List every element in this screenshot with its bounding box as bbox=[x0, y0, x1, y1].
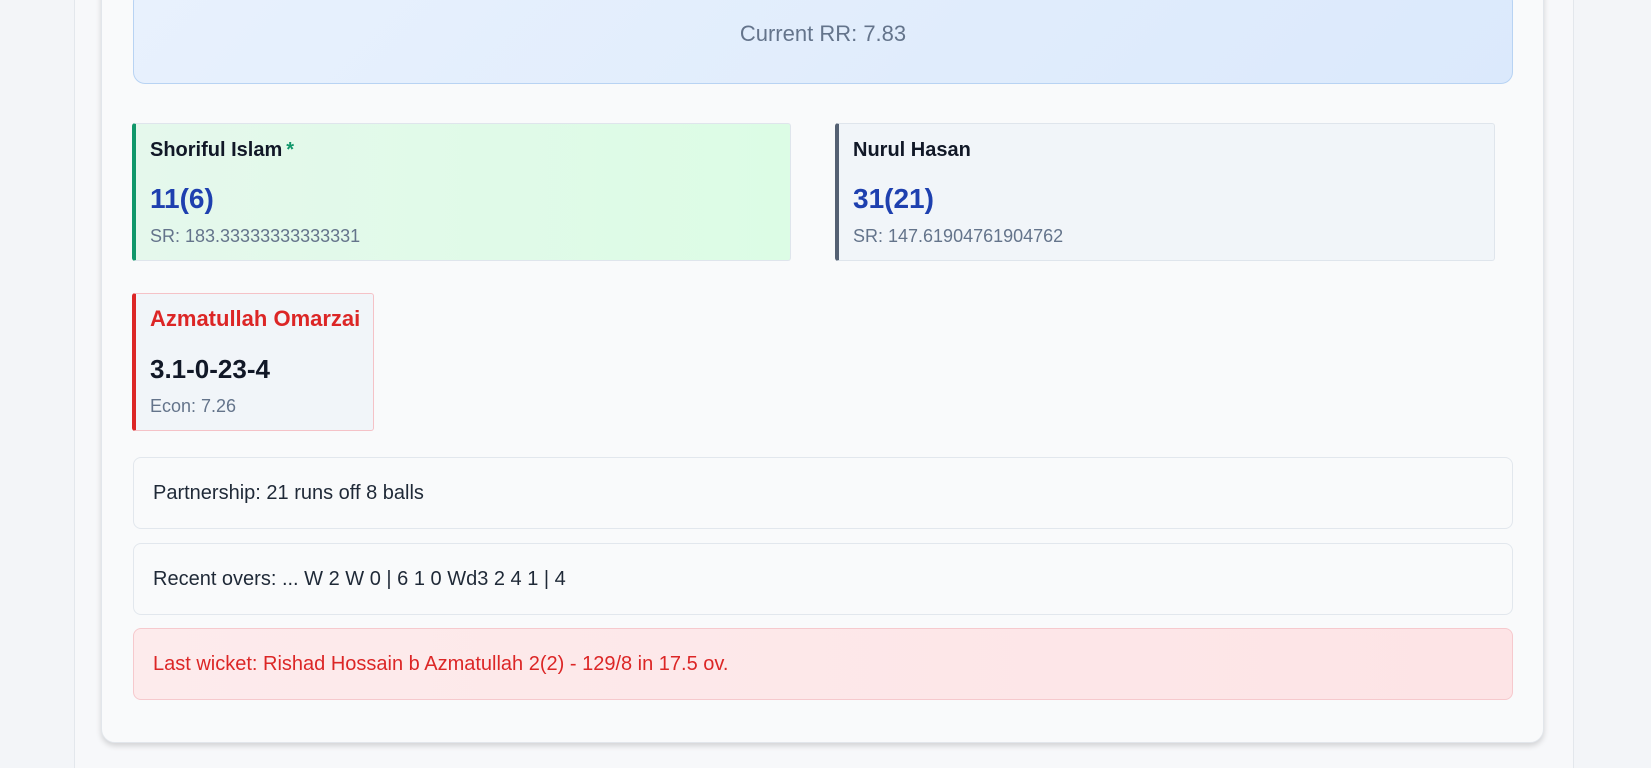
batter-name: Shoriful Islam bbox=[150, 139, 283, 161]
batter-strike-rate: SR: 183.33333333333331 bbox=[150, 226, 361, 246]
batter-name: Nurul Hasan bbox=[853, 139, 971, 161]
bowler-name: Azmatullah Omarzai bbox=[150, 306, 361, 331]
last-wicket-row: Last wicket: Rishad Hossain b Azmatullah… bbox=[133, 628, 1513, 700]
bowler-card: Azmatullah Omarzai 3.1-0-23-4 Econ: 7.26 bbox=[132, 293, 374, 431]
partnership-row: Partnership: 21 runs off 8 balls bbox=[133, 457, 1513, 529]
batter-name-row: Shoriful Islam * bbox=[150, 137, 776, 163]
recent-overs-text: Recent overs: ... W 2 W 0 | 6 1 0 Wd3 2 … bbox=[153, 567, 566, 590]
partnership-text: Partnership: 21 runs off 8 balls bbox=[153, 481, 424, 504]
batter-card-non-striker: Nurul Hasan 31(21) SR: 147.6190476190476… bbox=[835, 123, 1495, 261]
last-wicket-text: Last wicket: Rishad Hossain b Azmatullah… bbox=[153, 652, 729, 675]
bowler-economy: Econ: 7.26 bbox=[150, 396, 237, 416]
bowler-figures: 3.1-0-23-4 bbox=[150, 354, 270, 384]
current-run-rate: Current RR: 7.83 bbox=[739, 21, 907, 46]
run-rate-banner: Current RR: 7.83 bbox=[133, 0, 1513, 84]
batter-card-striker: Shoriful Islam * 11(6) SR: 183.3333333333… bbox=[132, 123, 791, 261]
on-strike-marker: * bbox=[286, 139, 295, 161]
recent-overs-row: Recent overs: ... W 2 W 0 | 6 1 0 Wd3 2 … bbox=[133, 543, 1513, 615]
batter-score: 31(21) bbox=[853, 183, 934, 214]
batter-strike-rate: SR: 147.61904761904762 bbox=[853, 226, 1064, 246]
batter-score: 11(6) bbox=[150, 183, 214, 214]
